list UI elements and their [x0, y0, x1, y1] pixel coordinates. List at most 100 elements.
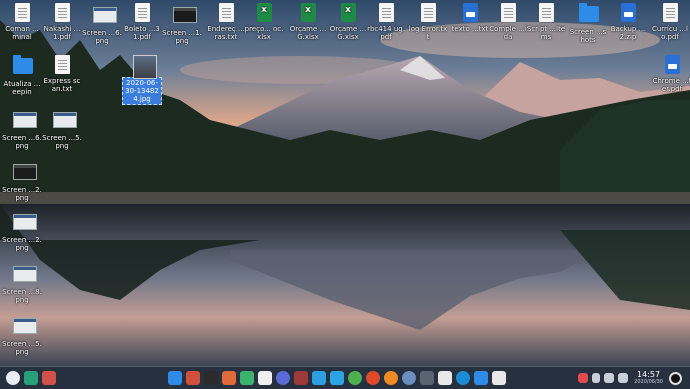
desktop-icon[interactable]: Orçame ...G.xlsx — [288, 3, 328, 41]
image-file-icon — [13, 164, 37, 184]
desktop-icon[interactable]: Currícu ...lo.pdf — [650, 3, 690, 41]
desktop-icon[interactable]: texto ...txt — [450, 3, 490, 33]
telegram-icon[interactable] — [330, 371, 344, 385]
desktop-icon[interactable]: Comple ...ida — [488, 3, 528, 41]
desktop-icon-label: Screen ...shots — [569, 28, 607, 44]
image-file-icon — [13, 266, 37, 286]
notification-icon[interactable] — [618, 373, 629, 383]
desktop-icon-label: log Error.txt — [408, 25, 448, 41]
clock[interactable]: 14:57 2020/06/30 — [634, 370, 663, 386]
desktop-icon[interactable]: preço... oc.xlsx — [244, 3, 284, 41]
image-file-icon — [13, 318, 37, 338]
clock-time: 14:57 — [637, 370, 661, 379]
brave-icon[interactable] — [366, 371, 380, 385]
desktop-icon[interactable]: Screen ...5.png — [42, 108, 82, 150]
desktop-icon-label: Screen ...5.png — [42, 134, 82, 150]
desktop-icon-label: Orçame ...G.xlsx — [329, 25, 367, 41]
desktop-icon[interactable]: Nakashi ...1.pdf — [42, 3, 82, 41]
document-icon — [663, 55, 681, 75]
spreadsheet-icon — [255, 3, 273, 23]
desktop-icon[interactable]: 2020-06-30-134824.jpg — [122, 55, 162, 105]
desktop-icon[interactable]: Express scan.txt — [42, 55, 82, 93]
desktop-icon-label: Script ...Items — [526, 25, 566, 41]
desktop-icon[interactable]: Chrome ...ter.pdf — [652, 55, 690, 93]
desktop-icon-label: Boleto ...31.pdf — [124, 25, 160, 41]
desktop-icon[interactable]: Screen ...shots — [568, 3, 608, 44]
document-icon — [619, 3, 637, 23]
power-icon[interactable] — [669, 371, 682, 385]
multitask-view-icon[interactable] — [24, 371, 38, 385]
desktop-icon[interactable]: Screen ...5.png — [2, 314, 42, 356]
desktop-icon-label: Comple ...ida — [489, 25, 527, 41]
document-icon — [499, 3, 517, 23]
folder-icon — [579, 3, 599, 26]
desktop-icon[interactable]: Screen ...1.png — [162, 3, 202, 45]
desktop-icon-label: Endereç ...ras.txt — [207, 25, 245, 41]
spreadsheet-icon — [339, 3, 357, 23]
image-file-icon — [13, 214, 37, 234]
desktop-icon[interactable]: Screen ...6.png — [2, 108, 42, 150]
document-icon — [419, 3, 437, 23]
file-manager-icon[interactable] — [168, 371, 182, 385]
desktop-icon[interactable]: Atualiza ...eepin — [2, 55, 42, 96]
desktop-icon[interactable]: Endereç ...ras.txt — [206, 3, 246, 41]
desktop-icon[interactable]: Orçame ...G.xlsx — [328, 3, 368, 41]
camera-icon[interactable] — [438, 371, 452, 385]
desktop-icon-label: Coman ...minal — [5, 25, 39, 41]
image-file-icon — [13, 112, 37, 132]
volume-icon[interactable] — [592, 373, 601, 383]
desktop-icon-label: 2020-06-30-134824.jpg — [122, 77, 162, 105]
desktop-icon[interactable]: Screen ...8.png — [2, 262, 42, 304]
desktop-icon-label: Atualiza ...eepin — [3, 80, 41, 96]
code-editor-icon[interactable] — [294, 371, 308, 385]
desktop-icon-label: Express scan.txt — [43, 77, 81, 93]
image-viewer-icon[interactable] — [222, 371, 236, 385]
image-file-icon — [133, 55, 157, 79]
document-icon — [53, 55, 71, 75]
folder-icon — [13, 55, 33, 78]
media-player-icon[interactable] — [204, 371, 218, 385]
firefox-icon[interactable] — [384, 371, 398, 385]
image-file-icon — [93, 7, 117, 27]
desktop-icon-label: Screen ...2.png — [2, 186, 42, 202]
desktop-icon[interactable]: Backup ...2.zip — [608, 3, 648, 41]
desktop-icon-label: rbc414 ug.pdf — [367, 25, 405, 41]
skype-icon[interactable] — [312, 371, 326, 385]
desktop-icon[interactable]: log Error.txt — [408, 3, 448, 41]
clock-date: 2020/06/30 — [634, 379, 663, 385]
desktop-icon-label: Orçame ...G.xlsx — [289, 25, 327, 41]
desktop-icon-label: Screen ...2.png — [2, 236, 42, 252]
taskbar-dock — [166, 371, 508, 385]
image-file-icon — [173, 7, 197, 27]
desktop-icon-label: Chrome ...ter.pdf — [652, 77, 690, 93]
document-icon — [537, 3, 555, 23]
monitor-icon[interactable] — [420, 371, 434, 385]
network-icon[interactable] — [604, 373, 615, 383]
document-icon — [377, 3, 395, 23]
settings-icon[interactable] — [276, 371, 290, 385]
chrome-icon[interactable] — [348, 371, 362, 385]
taskbar: 14:57 2020/06/30 — [0, 366, 690, 389]
store-icon[interactable] — [474, 371, 488, 385]
document-icon — [133, 3, 151, 23]
clipboard-icon[interactable] — [492, 371, 506, 385]
show-desktop-icon[interactable] — [42, 371, 56, 385]
desktop-icon[interactable]: Screen ...6.png — [82, 3, 122, 45]
desktop-icon[interactable]: Script ...Items — [526, 3, 566, 41]
vpn-icon[interactable] — [402, 371, 416, 385]
music-icon[interactable] — [240, 371, 254, 385]
desktop-icon[interactable]: Screen ...2.png — [2, 210, 42, 252]
desktop-icon[interactable]: Screen ...2.png — [2, 160, 42, 202]
terminal-icon[interactable] — [186, 371, 200, 385]
kodi-icon[interactable] — [456, 371, 470, 385]
image-file-icon — [53, 112, 77, 132]
desktop-icon[interactable]: Boleto ...31.pdf — [122, 3, 162, 41]
desktop-icon-label: preço... oc.xlsx — [244, 25, 284, 41]
desktop-icon[interactable]: rbc414 ug.pdf — [366, 3, 406, 41]
desktop-icon[interactable]: Coman ...minal — [2, 3, 42, 41]
launcher-icon[interactable] — [6, 371, 20, 385]
document-icon — [13, 3, 31, 23]
document-icon — [661, 3, 679, 23]
calendar-icon[interactable] — [258, 371, 272, 385]
record-icon[interactable] — [578, 373, 589, 383]
